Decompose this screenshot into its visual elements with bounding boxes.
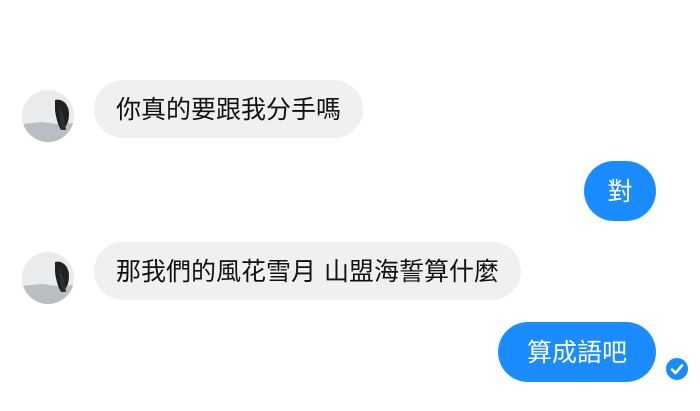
contact-avatar[interactable] [22,252,74,304]
contact-avatar[interactable] [22,90,74,142]
message-text: 對 [607,176,633,206]
message-text: 你真的要跟我分手嗎 [116,94,342,124]
chat-thread: 你真的要跟我分手嗎 對 那我們的風花雪月 山盟海誓算什麼 算成語吧 [0,0,700,411]
incoming-message-bubble[interactable]: 那我們的風花雪月 山盟海誓算什麼 [94,242,521,300]
message-text: 算成語吧 [526,337,627,367]
contact-avatar-photo [22,252,74,304]
contact-avatar-photo [22,90,74,142]
message-text: 那我們的風花雪月 山盟海誓算什麼 [116,256,499,286]
outgoing-message-bubble[interactable]: 對 [584,161,656,221]
incoming-message-bubble[interactable]: 你真的要跟我分手嗎 [94,80,364,138]
outgoing-message-bubble[interactable]: 算成語吧 [498,322,656,382]
seen-check-icon [664,356,690,382]
